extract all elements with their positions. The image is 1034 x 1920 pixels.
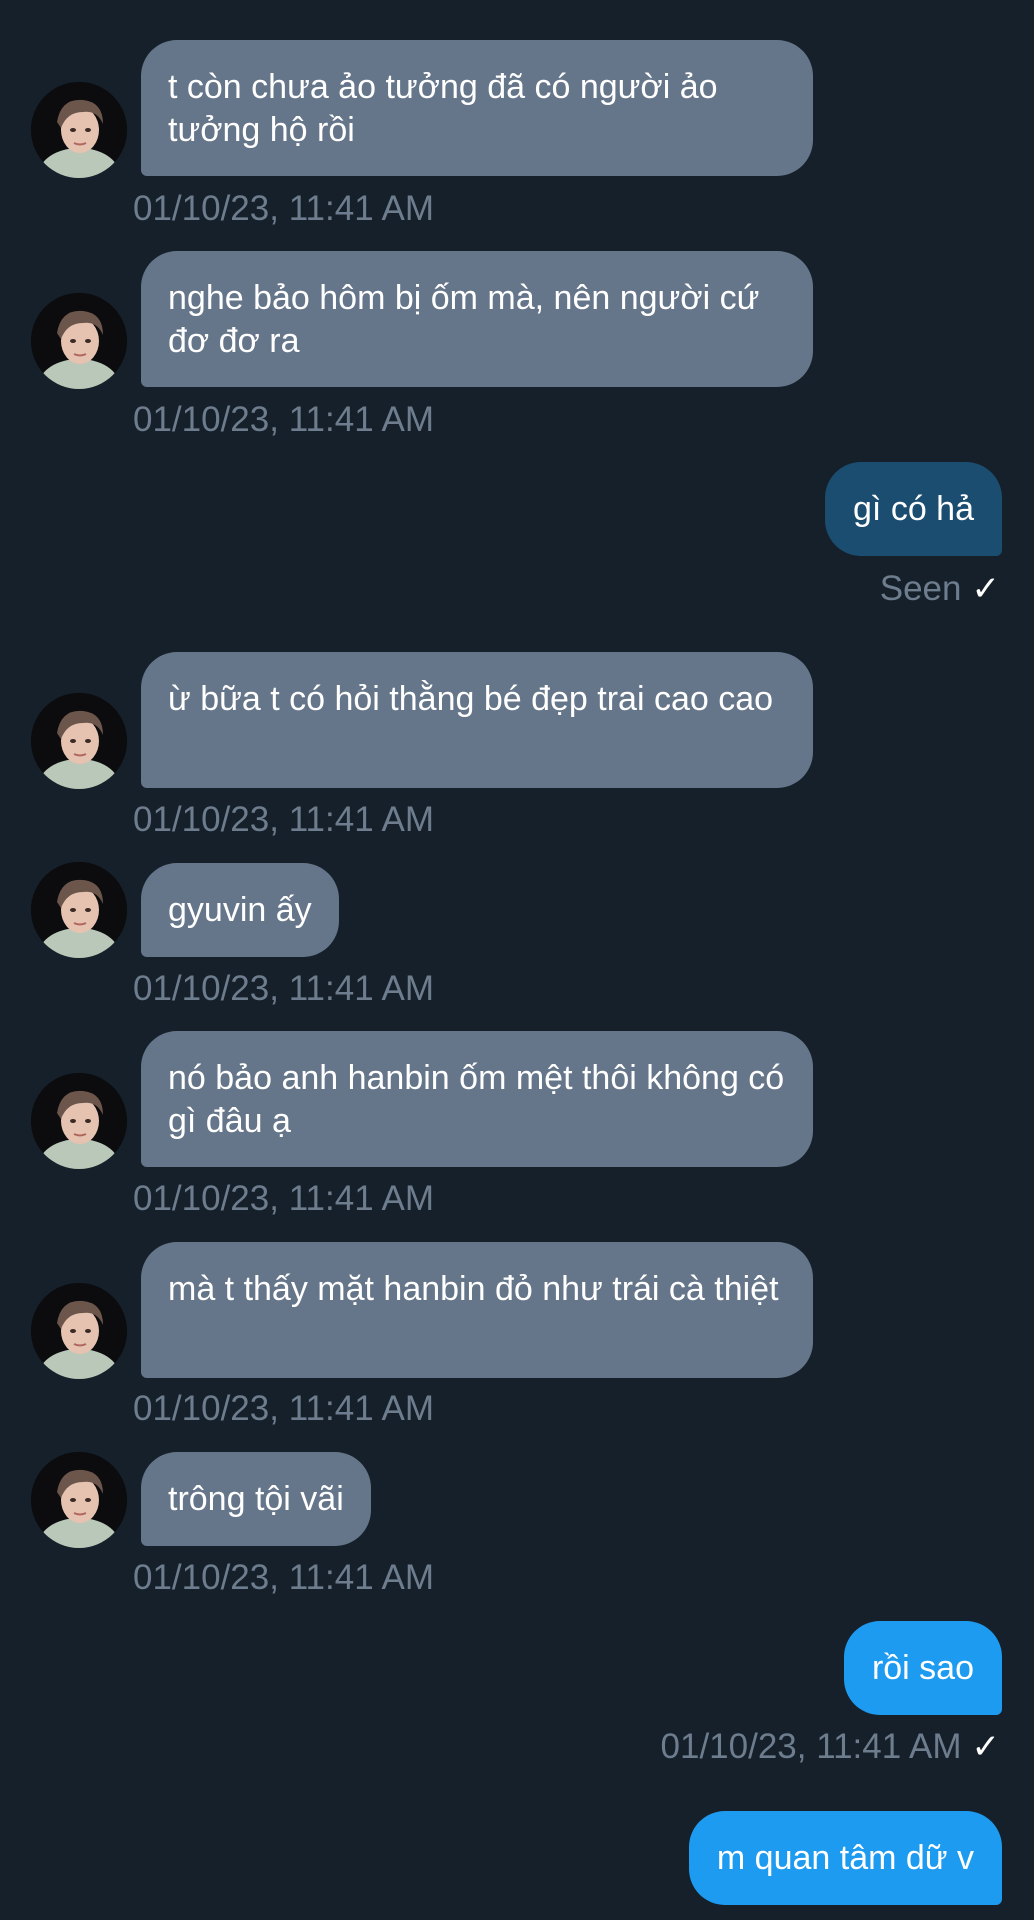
check-icon: ✓ [971, 1728, 1001, 1766]
seen-label: Seen [879, 569, 962, 608]
message-text: t còn chưa ảo tưởng đã có người ảo tưởng… [168, 68, 718, 149]
message-bubble[interactable]: mà t thấy mặt hanbin đỏ như trái cà thiệ… [141, 1242, 813, 1378]
message-text: gì có hả [853, 490, 974, 528]
message-bubble[interactable]: nghe bảo hôm bị ốm mà, nên người cứ đơ đ… [141, 251, 813, 387]
message-text: mà t thấy mặt hanbin đỏ như trái cà thiệ… [168, 1270, 779, 1308]
message-text: ừ bữa t có hỏi thằng bé đẹp trai cao cao [168, 680, 774, 718]
sender-avatar[interactable] [31, 693, 127, 789]
message-status: Seen ✓ [880, 569, 1000, 609]
message-text: m quan tâm dữ v [716, 1839, 974, 1877]
message-text: nghe bảo hôm bị ốm mà, nên người cứ đơ đ… [168, 279, 760, 360]
message-timestamp: 01/10/23, 11:41 AM [133, 1558, 434, 1597]
message-timestamp: 01/10/23, 11:41 AM [133, 400, 434, 439]
message-bubble-outgoing[interactable]: gì có hả [825, 462, 1002, 556]
message-timestamp: 01/10/23, 11:41 AM [133, 189, 434, 228]
message-bubble[interactable]: ừ bữa t có hỏi thằng bé đẹp trai cao cao [141, 652, 813, 788]
sender-avatar[interactable] [31, 1073, 127, 1169]
message-timestamp: 01/10/23, 11:41 AM [133, 1389, 434, 1428]
message-text: trông tội vãi [168, 1480, 344, 1518]
message-timestamp: 01/10/23, 11:41 AM [133, 969, 434, 1008]
message-bubble[interactable]: trông tội vãi [141, 1452, 371, 1546]
check-icon: ✓ [971, 570, 1001, 608]
conversation-thread: t còn chưa ảo tưởng đã có người ảo tưởng… [0, 0, 1034, 1920]
message-timestamp: 01/10/23, 11:41 AM [133, 1179, 434, 1218]
message-bubble-outgoing[interactable]: m quan tâm dữ v [688, 1811, 1002, 1905]
message-bubble[interactable]: gyuvin ấy [141, 863, 339, 957]
message-status: 01/10/23, 11:41 AM ✓ [661, 1727, 1000, 1767]
message-timestamp: 01/10/23, 11:41 AM [133, 800, 434, 839]
message-text: rồi sao [871, 1649, 974, 1687]
sender-avatar[interactable] [31, 1283, 127, 1379]
message-bubble-outgoing[interactable]: rồi sao [843, 1621, 1002, 1715]
message-timestamp: 01/10/23, 11:41 AM [660, 1727, 962, 1766]
sender-avatar[interactable] [31, 293, 127, 389]
message-bubble[interactable]: t còn chưa ảo tưởng đã có người ảo tưởng… [141, 40, 813, 176]
sender-avatar[interactable] [31, 82, 127, 178]
message-text: nó bảo anh hanbin ốm mệt thôi không có g… [168, 1059, 785, 1140]
message-bubble[interactable]: nó bảo anh hanbin ốm mệt thôi không có g… [141, 1031, 813, 1167]
sender-avatar[interactable] [31, 862, 127, 958]
message-text: gyuvin ấy [168, 891, 312, 929]
sender-avatar[interactable] [31, 1452, 127, 1548]
